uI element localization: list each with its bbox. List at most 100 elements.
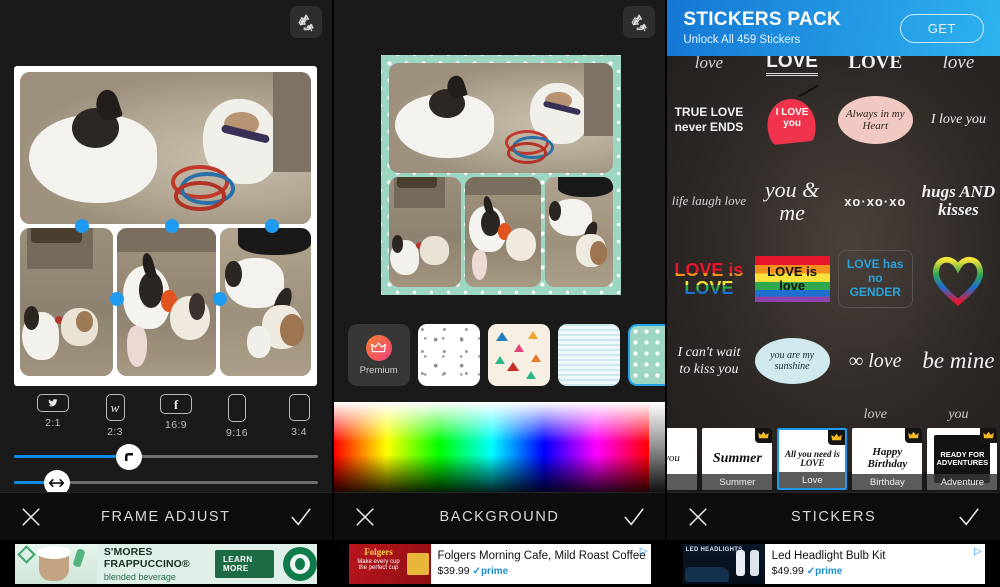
shuffle-layout-button[interactable]	[623, 6, 656, 38]
sticker-item[interactable]: you	[917, 402, 1000, 428]
collage-cell-1[interactable]	[388, 63, 613, 173]
background-swatch-premium[interactable]: Premium	[347, 324, 410, 386]
folgers-ad[interactable]: Folgers Make every cup the perfect cup F…	[348, 543, 651, 584]
ratio-option-16-9[interactable]: f 16:9	[148, 394, 204, 431]
sticker-item[interactable]: LOVE	[751, 56, 834, 76]
close-icon[interactable]	[20, 506, 42, 528]
collage-cell-2[interactable]	[20, 228, 113, 376]
crown-icon	[905, 428, 923, 443]
resize-handle[interactable]	[110, 292, 124, 306]
ad-title: S'MORES FRAPPUCCINO®	[103, 545, 190, 570]
check-icon[interactable]	[958, 506, 980, 528]
sticker-grid[interactable]: love LOVE LOVE love TRUE LOVE never ENDS…	[667, 56, 1000, 472]
sticker-item[interactable]: love	[667, 56, 750, 76]
category-label	[667, 474, 698, 490]
collage-cell-3[interactable]	[117, 228, 216, 376]
corner-radius-slider-knob[interactable]	[116, 443, 143, 470]
background-swatch-polkadot[interactable]	[627, 324, 666, 386]
sticker-item[interactable]: Always in my Heart	[834, 76, 917, 164]
sticker-item-infinity-love[interactable]: ∞ love	[834, 320, 917, 402]
sticker-item[interactable]: life laugh love	[667, 164, 750, 238]
collage-cell-3[interactable]	[464, 177, 541, 287]
sticker-row: love LOVE LOVE love	[667, 56, 1000, 76]
shuffle-layout-button[interactable]	[289, 6, 322, 38]
sticker-category-cut[interactable]: and you	[667, 428, 698, 490]
sticker-item-sunshine[interactable]: you are my sunshine	[751, 320, 834, 402]
ratio-option-cut[interactable]	[0, 394, 20, 423]
left-topbar	[0, 0, 332, 55]
middle-ad-banner[interactable]: Folgers Make every cup the perfect cup F…	[333, 540, 666, 587]
background-swatch-confetti[interactable]	[487, 324, 550, 386]
ratio-label: 3:4	[291, 426, 307, 438]
sticker-item[interactable]: I love you	[917, 76, 1000, 164]
resize-handle[interactable]	[213, 292, 227, 306]
corner-radius-slider[interactable]	[14, 443, 318, 470]
grayscale-strip[interactable]	[649, 402, 666, 498]
sticker-item[interactable]: love	[834, 402, 917, 428]
sticker-item-rainbow-banner[interactable]: LOVE is love	[751, 238, 834, 320]
sticker-item[interactable]	[751, 402, 834, 428]
left-action-bar: FRAME ADJUST	[0, 492, 332, 540]
resize-handle[interactable]	[165, 219, 179, 233]
resize-handle[interactable]	[265, 219, 279, 233]
collage-cell-2[interactable]	[388, 177, 461, 287]
right-ad-banner[interactable]: LED HEADLIGHTS Led Headlight Bulb Kit $4…	[667, 540, 1000, 587]
color-picker[interactable]	[333, 402, 666, 498]
sticker-category-birthday[interactable]: Happy Birthday Birthday	[852, 428, 923, 490]
sticker-item-heart[interactable]: I LOVE you	[751, 76, 834, 164]
stickers-pack-promo[interactable]: STICKERS PACK Unlock All 459 Stickers GE…	[667, 0, 1000, 56]
sticker-item[interactable]: xo·xo·xo	[834, 164, 917, 238]
collage-cell-1[interactable]	[20, 72, 311, 224]
photo-dogs-orange-toy	[117, 228, 216, 376]
sticker-item[interactable]: be mine	[917, 320, 1000, 402]
sticker-item[interactable]: you & me	[751, 164, 834, 238]
sticker-item[interactable]: hugs AND kisses	[917, 164, 1000, 238]
panel-frame-adjust: 2:1 w 2:3 f 16:9 9:16 3:4 FRAME ADJUST S…	[0, 0, 334, 587]
starbucks-ad[interactable]: S'MORES FRAPPUCCINO® blended beverage LE…	[14, 543, 317, 584]
ratio-option-3-4[interactable]: 3:4	[271, 394, 327, 438]
collage-canvas[interactable]	[14, 66, 317, 386]
get-button[interactable]: GET	[899, 13, 984, 43]
ad-cta-button[interactable]: LEARN MORE	[214, 549, 274, 578]
ratio-option-9-16[interactable]: 9:16	[209, 394, 265, 439]
adchoices-icon[interactable]: ▷	[974, 546, 982, 557]
sticker-category-adventure[interactable]: READY FOR ADVENTURES Adventure	[927, 428, 998, 490]
corner-radius-icon	[125, 452, 134, 461]
close-icon[interactable]	[354, 506, 376, 528]
sticker-item-rainbow-heart[interactable]	[917, 238, 1000, 320]
ratio-label: 2:3	[107, 426, 123, 438]
background-swatch-stars[interactable]	[417, 324, 480, 386]
check-icon[interactable]	[623, 506, 645, 528]
ratio-option-2-3[interactable]: w 2:3	[87, 394, 143, 438]
sticker-item-love-has-no-gender[interactable]: LOVE has no GENDER	[834, 238, 917, 320]
ratio-label: 2:1	[45, 417, 61, 429]
background-swatch-row[interactable]: Premium	[334, 320, 666, 390]
collage-canvas-preview[interactable]	[381, 55, 621, 295]
resize-handle[interactable]	[75, 219, 89, 233]
sticker-item[interactable]	[667, 402, 750, 428]
rainbow-heart-icon	[933, 256, 984, 306]
panel-background: Premium BACKGROUND Folgers Make every cu…	[333, 0, 668, 587]
collage-grid	[20, 72, 311, 380]
sticker-item-love-is-love[interactable]: LOVE is LOVE	[667, 238, 750, 320]
background-swatch-wave[interactable]	[557, 324, 620, 386]
ad-title: Led Headlight Bulb Kit	[771, 550, 886, 563]
sticker-category-love[interactable]: All you need is LOVE Love	[777, 428, 848, 490]
sticker-item[interactable]: I can't wait to kiss you	[667, 320, 750, 402]
left-ad-banner[interactable]: S'MORES FRAPPUCCINO® blended beverage LE…	[0, 540, 332, 587]
close-icon[interactable]	[687, 506, 709, 528]
collage-cell-4[interactable]	[544, 177, 613, 287]
sticker-item[interactable]: LOVE	[834, 56, 917, 76]
check-icon[interactable]	[290, 506, 312, 528]
led-headlight-ad[interactable]: LED HEADLIGHTS Led Headlight Bulb Kit $4…	[682, 543, 985, 584]
collage-cell-4[interactable]	[220, 228, 311, 376]
border-width-slider[interactable]	[14, 469, 318, 496]
recycle-icon	[632, 14, 648, 32]
ratio-option-2-1[interactable]: 2:1	[25, 394, 81, 429]
adchoices-icon[interactable]: ▷	[640, 546, 648, 557]
sticker-item[interactable]: love	[917, 56, 1000, 76]
hue-saturation-field[interactable]	[333, 402, 650, 498]
sticker-category-row[interactable]: and you Summer Summer All you need is LO…	[667, 426, 1000, 492]
sticker-item[interactable]: TRUE LOVE never ENDS	[667, 76, 750, 164]
sticker-category-summer[interactable]: Summer Summer	[702, 428, 773, 490]
